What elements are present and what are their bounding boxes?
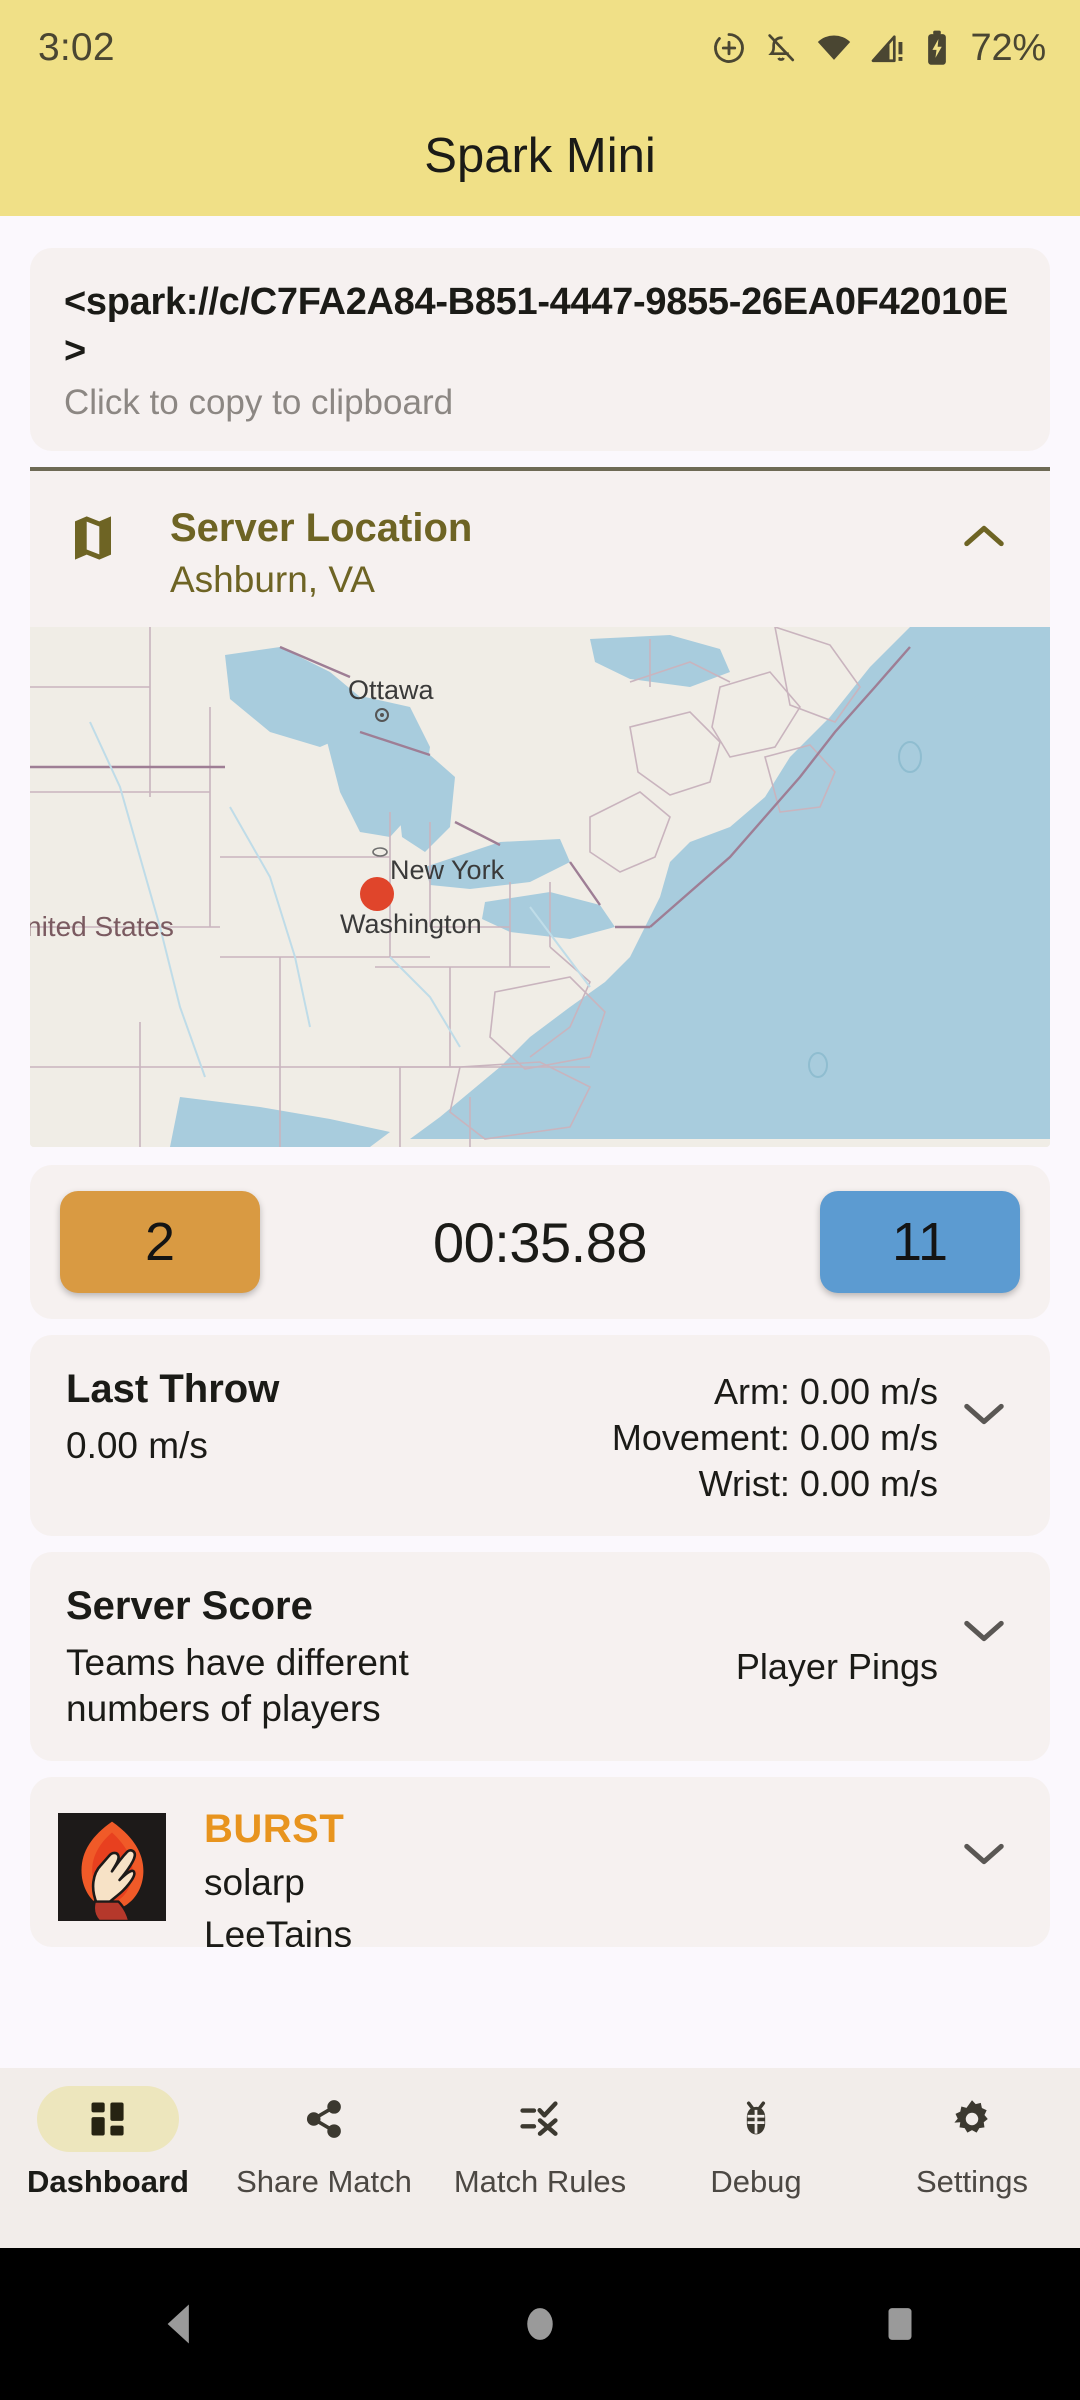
android-navigation-bar [0, 2248, 1080, 2400]
page-title: Spark Mini [424, 129, 656, 183]
copy-hint-label: Click to copy to clipboard [64, 383, 454, 423]
chevron-up-icon[interactable] [954, 505, 1014, 556]
team-score-blue[interactable]: 11 [820, 1191, 1020, 1294]
battery-charging-icon [923, 29, 951, 67]
map-label-united-states: nited States [30, 911, 174, 943]
last-throw-speed: 0.00 m/s [66, 1425, 208, 1467]
team-burst-player-2: LeeTains [204, 1914, 353, 1947]
server-location-pin [360, 877, 394, 912]
server-location-texts: Server Location Ashburn, VA [128, 505, 954, 601]
nav-label-dashboard: Dashboard [27, 2164, 189, 2199]
team-score-orange[interactable]: 2 [60, 1191, 260, 1294]
chevron-down-icon[interactable] [948, 1365, 1020, 1434]
status-clock: 3:02 [38, 26, 115, 69]
server-location-card[interactable]: Server Location Ashburn, VA Ottawa New Y… [30, 471, 1050, 1148]
last-throw-title: Last Throw [66, 1367, 280, 1412]
cellular-alert-icon [870, 30, 906, 66]
app-bar: Spark Mini [0, 96, 1080, 216]
player-pings-label: Player Pings [735, 1646, 938, 1688]
map-icon [66, 505, 128, 570]
data-saver-icon [711, 30, 747, 66]
team-burst-name: BURST [204, 1806, 345, 1851]
nav-item-dashboard[interactable]: Dashboard [0, 2086, 216, 2200]
server-location-map[interactable]: Ottawa New York Washington nited States [30, 627, 1050, 1148]
back-triangle-icon[interactable] [110, 2301, 250, 2347]
notifications-off-icon [764, 31, 798, 65]
gear-icon[interactable] [901, 2086, 1043, 2152]
rules-icon[interactable] [469, 2086, 611, 2152]
team-burst-texts: BURST solarp LeeTains [166, 1805, 948, 1947]
team-burst-player-1: solarp [204, 1861, 305, 1903]
bug-icon[interactable] [685, 2086, 827, 2152]
nav-item-share-match[interactable]: Share Match [216, 2086, 432, 2200]
nav-label-share-match: Share Match [236, 2164, 412, 2199]
team-burst-card[interactable]: BURST solarp LeeTains [30, 1776, 1050, 1947]
server-score-subtitle: Teams have different numbers of players [66, 1642, 409, 1729]
match-timer: 00:35.88 [433, 1210, 647, 1274]
battery-percent-label: 72% [970, 26, 1047, 69]
finger-heart-avatar [58, 1812, 166, 1921]
bottom-navigation-bar: Dashboard Share Match Match Rules Debug … [0, 2068, 1080, 2248]
nav-item-match-rules[interactable]: Match Rules [432, 2086, 648, 2200]
status-bar: 3:02 72% [0, 0, 1080, 96]
home-circle-icon[interactable] [470, 2301, 610, 2347]
server-score-title: Server Score [66, 1584, 313, 1629]
nav-label-debug: Debug [710, 2164, 802, 2199]
server-location-header[interactable]: Server Location Ashburn, VA [30, 471, 1050, 627]
chevron-down-icon[interactable] [948, 1582, 1020, 1651]
wifi-icon [815, 29, 853, 67]
recents-square-icon[interactable] [830, 2301, 970, 2347]
scroll-content[interactable]: <spark://c/C7FA2A84-B851-4447-9855-26EA0… [0, 216, 1080, 2068]
map-label-washington: Washington [340, 909, 482, 940]
nav-label-settings: Settings [915, 2164, 1028, 2199]
status-icon-group: 72% [711, 27, 1046, 70]
spark-url-text: <spark://c/C7FA2A84-B851-4447-9855-26EA0… [64, 281, 1008, 372]
nav-item-settings[interactable]: Settings [864, 2086, 1080, 2200]
server-location-value: Ashburn, VA [170, 559, 375, 601]
share-icon[interactable] [253, 2086, 395, 2152]
score-bar-card: 2 00:35.88 11 [30, 1165, 1050, 1320]
server-score-left: Server Score Teams have different number… [66, 1582, 446, 1730]
map-label-new-york: New York [390, 855, 505, 886]
nav-label-match-rules: Match Rules [453, 2164, 627, 2199]
last-throw-details: Arm: 0.00 m/s Movement: 0.00 m/s Wrist: … [611, 1371, 938, 1504]
server-location-title: Server Location [170, 506, 473, 551]
map-label-ottawa: Ottawa [348, 675, 434, 706]
chevron-down-icon[interactable] [948, 1805, 1020, 1874]
last-throw-card[interactable]: Last Throw 0.00 m/s Arm: 0.00 m/s Moveme… [30, 1335, 1050, 1537]
nav-item-debug[interactable]: Debug [648, 2086, 864, 2200]
server-score-card[interactable]: Server Score Teams have different number… [30, 1552, 1050, 1761]
last-throw-left: Last Throw 0.00 m/s [66, 1365, 446, 1468]
dashboard-icon[interactable] [37, 2086, 179, 2152]
spark-url-card[interactable]: <spark://c/C7FA2A84-B851-4447-9855-26EA0… [30, 248, 1050, 452]
